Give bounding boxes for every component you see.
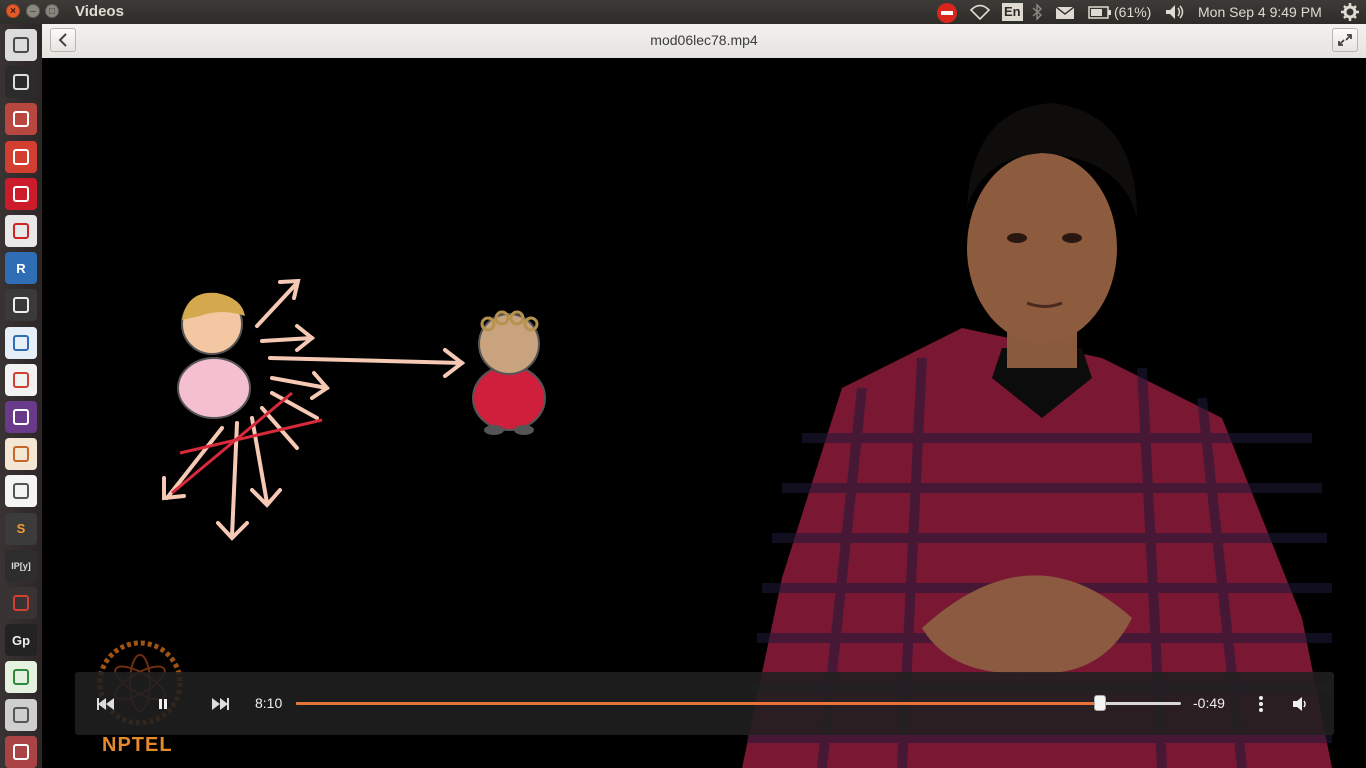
pause-icon [159, 699, 167, 709]
clock[interactable]: Mon Sep 4 9:49 PM [1198, 2, 1322, 22]
vertical-dots-icon [1259, 696, 1263, 712]
volume-icon[interactable] [1164, 2, 1186, 22]
files-icon[interactable] [5, 103, 37, 136]
more-options-button[interactable] [1251, 692, 1271, 716]
system-gear-icon[interactable] [1340, 2, 1360, 22]
volume-icon [1293, 697, 1306, 711]
skip-back-button[interactable] [95, 692, 119, 716]
seek-progress [296, 702, 1101, 705]
pause-button[interactable] [151, 692, 175, 716]
impress-icon[interactable] [5, 438, 37, 471]
ipython-icon[interactable]: IP[y] [5, 549, 37, 582]
wifi-icon[interactable] [969, 2, 991, 22]
elapsed-time: 8:10 [255, 695, 283, 711]
seek-bar[interactable] [296, 695, 1181, 711]
volume-button[interactable] [1289, 692, 1313, 716]
presenter-illustration [742, 103, 1332, 768]
settings-wheel-icon[interactable] [5, 587, 37, 619]
window-maximize-button[interactable]: □ [45, 4, 59, 18]
calc-icon[interactable] [5, 661, 37, 694]
window-minimize-button[interactable]: – [26, 4, 40, 18]
nptel-watermark: NPTEL [102, 734, 173, 756]
terminal-icon[interactable] [5, 66, 37, 99]
mail-icon[interactable] [1055, 2, 1075, 22]
top-panel: × – □ Videos En (61%) Mon Sep 4 9:49 PM [0, 0, 1366, 24]
remaining-time: -0:49 [1193, 695, 1225, 711]
gmail-icon[interactable] [5, 363, 37, 396]
do-not-disturb-icon[interactable] [936, 2, 958, 23]
dash-icon[interactable] [5, 29, 37, 61]
launcher: R S IP[y] Gp [0, 24, 43, 768]
writer-icon[interactable] [5, 326, 37, 359]
battery-percentage[interactable]: (61%) [1114, 2, 1151, 22]
gp-icon[interactable]: Gp [5, 624, 37, 657]
battery-icon[interactable] [1088, 2, 1112, 22]
skip-forward-button[interactable] [207, 692, 231, 716]
seek-handle[interactable] [1094, 695, 1107, 711]
media-icon[interactable] [5, 401, 37, 433]
skip-back-icon [97, 698, 114, 710]
drive-icon[interactable] [5, 698, 37, 731]
app-title: Videos [75, 3, 124, 20]
slide-illustration [162, 278, 546, 541]
window-close-button[interactable]: × [6, 4, 20, 18]
video-frame[interactable]: NPTEL [42, 58, 1366, 768]
fullscreen-button[interactable] [1332, 28, 1358, 52]
skip-forward-icon [212, 698, 229, 710]
player-controls: 8:10 -0:49 [75, 672, 1334, 735]
text-editor-icon[interactable] [5, 475, 37, 508]
header-bar: mod06lec78.mp4 [42, 24, 1366, 59]
video-editor-icon[interactable] [5, 289, 37, 322]
keyboard-layout-indicator[interactable]: En [1002, 3, 1023, 21]
file-title: mod06lec78.mp4 [650, 32, 758, 48]
document-viewer-icon[interactable] [5, 215, 37, 247]
opera-icon[interactable] [5, 177, 37, 210]
r-icon[interactable]: R [5, 252, 37, 285]
bluetooth-icon[interactable] [1031, 2, 1043, 22]
sublime-icon[interactable]: S [5, 512, 37, 545]
fullscreen-icon [1338, 34, 1352, 46]
chrome-icon[interactable] [5, 140, 37, 173]
stack-icon[interactable] [5, 735, 37, 768]
